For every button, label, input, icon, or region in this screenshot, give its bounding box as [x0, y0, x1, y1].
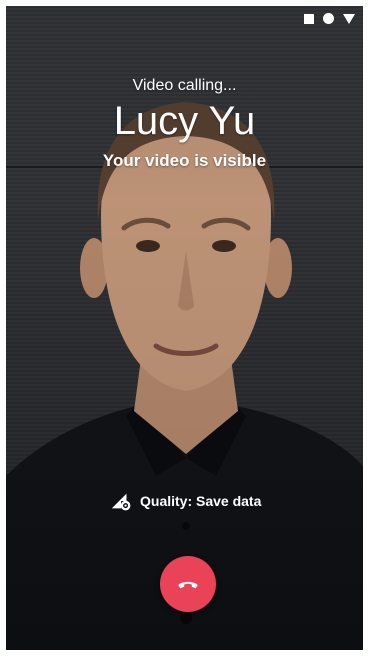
status-bar	[304, 13, 355, 24]
video-call-screen: Video calling... Lucy Yu Your video is v…	[6, 6, 363, 650]
circle-icon[interactable]	[323, 13, 334, 24]
quality-label: Quality: Save data	[140, 493, 262, 509]
quality-indicator[interactable]: Quality: Save data	[110, 490, 261, 512]
signal-settings-icon	[111, 493, 131, 511]
call-status: Video calling...	[132, 77, 237, 94]
square-icon[interactable]	[304, 13, 314, 24]
contact-name: Lucy Yu	[113, 99, 256, 143]
video-visibility-status: Your video is visible	[102, 151, 267, 170]
end-call-button[interactable]	[160, 556, 216, 612]
phone-hangup-icon	[178, 581, 198, 589]
triangle-down-icon[interactable]	[343, 13, 355, 24]
